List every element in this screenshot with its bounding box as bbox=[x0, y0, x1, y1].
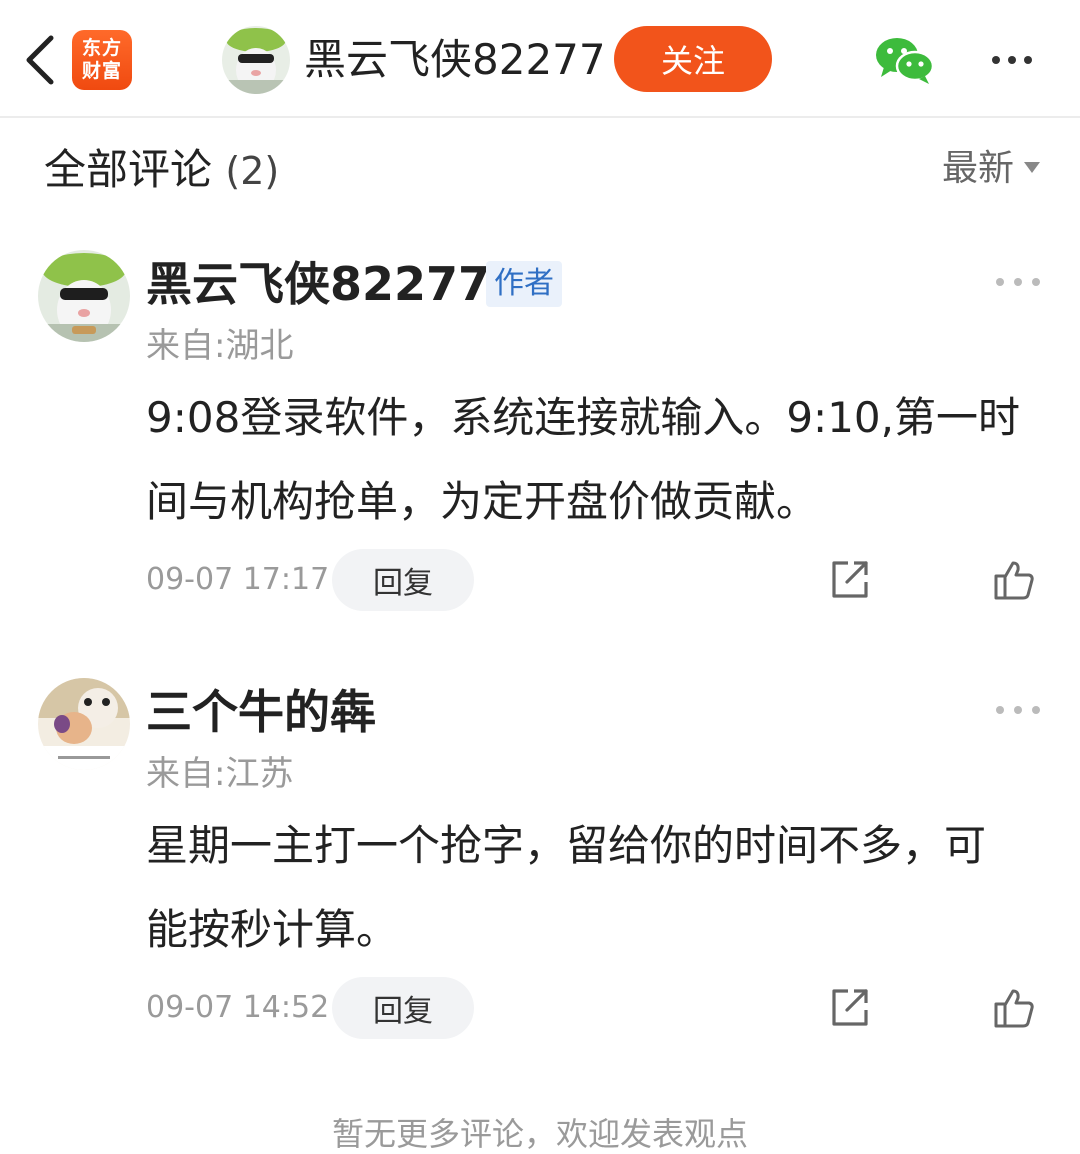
no-more-comments-note: 暂无更多评论，欢迎发表观点 bbox=[331, 1115, 748, 1153]
comment-more-button[interactable] bbox=[996, 270, 1040, 294]
cat-avatar-image bbox=[38, 250, 130, 342]
cat-avatar-image bbox=[222, 26, 290, 94]
author-badge: 作者 bbox=[486, 261, 562, 307]
app-logo[interactable]: 东方 财富 bbox=[72, 30, 132, 90]
commenter-name[interactable]: 黑云飞侠82277 bbox=[146, 254, 490, 314]
wechat-share-button[interactable] bbox=[874, 34, 936, 86]
logo-text-line1: 东方 bbox=[81, 37, 122, 59]
share-button[interactable] bbox=[828, 558, 872, 602]
commenter-avatar[interactable] bbox=[38, 250, 130, 342]
comments-section-title: 全部评论 (2) bbox=[44, 140, 279, 201]
share-icon bbox=[832, 561, 868, 598]
like-button[interactable] bbox=[992, 558, 1036, 602]
reply-button[interactable]: 回复 bbox=[332, 549, 474, 611]
thumbs-up-icon bbox=[994, 989, 1034, 1028]
plush-toy-avatar-image bbox=[38, 678, 130, 770]
comment-time: 09-07 14:52 bbox=[146, 990, 330, 1025]
more-dot-icon bbox=[1032, 278, 1040, 286]
follow-button[interactable]: 关注 bbox=[614, 26, 772, 92]
commenter-name[interactable]: 三个牛的犇 bbox=[146, 682, 376, 742]
more-dot-icon bbox=[996, 706, 1004, 714]
more-dot-icon bbox=[992, 56, 1000, 64]
like-button[interactable] bbox=[992, 986, 1036, 1030]
chevron-left-icon bbox=[26, 35, 54, 85]
comment-time: 09-07 17:17 bbox=[146, 562, 330, 597]
logo-text-line2: 财富 bbox=[81, 60, 122, 82]
wechat-icon bbox=[876, 38, 935, 84]
thumbs-up-icon bbox=[994, 561, 1034, 600]
commenter-location: 来自:江苏 bbox=[146, 754, 294, 794]
commenter-location: 来自:湖北 bbox=[146, 326, 294, 366]
share-icon bbox=[832, 989, 868, 1026]
sort-label: 最新 bbox=[941, 148, 1014, 189]
header-avatar[interactable] bbox=[222, 26, 290, 94]
top-bar: 东方 财富 黑云飞侠82277 关注 bbox=[0, 0, 1080, 118]
comment-text: 星期一主打一个抢字，留给你的时间不多，可能按秒计算。 bbox=[146, 821, 987, 954]
header-username[interactable]: 黑云飞侠82277 bbox=[304, 32, 606, 88]
more-dot-icon bbox=[996, 278, 1004, 286]
back-button[interactable] bbox=[14, 28, 66, 92]
sort-dropdown[interactable]: 最新 bbox=[942, 140, 1040, 190]
more-options-button[interactable] bbox=[984, 42, 1040, 78]
comment-text: 9:08登录软件，系统连接就输入。9:10,第一时间与机构抢单，为定开盘价做贡献… bbox=[146, 393, 1020, 526]
caret-down-icon bbox=[1024, 161, 1040, 173]
more-dot-icon bbox=[1032, 706, 1040, 714]
reply-button[interactable]: 回复 bbox=[332, 977, 474, 1039]
more-dot-icon bbox=[1008, 56, 1016, 64]
more-dot-icon bbox=[1024, 56, 1032, 64]
commenter-avatar[interactable] bbox=[38, 678, 130, 770]
comments-count: (2) bbox=[225, 149, 280, 193]
more-dot-icon bbox=[1014, 278, 1022, 286]
comment-more-button[interactable] bbox=[996, 698, 1040, 722]
more-dot-icon bbox=[1014, 706, 1022, 714]
comments-title-text: 全部评论 bbox=[44, 145, 213, 194]
share-button[interactable] bbox=[828, 986, 872, 1030]
